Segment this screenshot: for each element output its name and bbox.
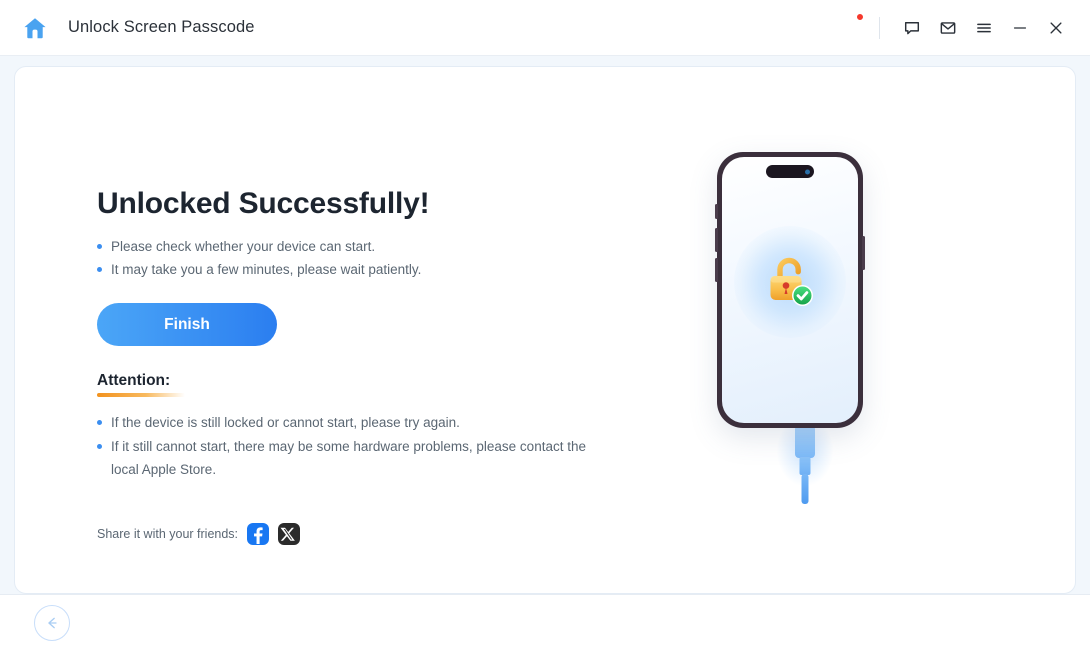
titlebar: Unlock Screen Passcode (0, 0, 1090, 56)
list-item: It may take you a few minutes, please wa… (97, 258, 617, 281)
home-icon[interactable] (20, 13, 50, 43)
phone-volume-up-button (715, 228, 718, 252)
attention-title: Attention: (97, 372, 171, 390)
status-note-list: Please check whether your device can sta… (97, 235, 617, 281)
cable-cord (801, 474, 809, 504)
phone-power-button (862, 236, 865, 270)
attention-list: If the device is still locked or cannot … (97, 411, 617, 481)
lightning-cable-icon (777, 416, 833, 508)
titlebar-divider (879, 16, 880, 39)
facebook-icon[interactable] (247, 523, 270, 545)
attention-section: Attention: If the device is still locked… (97, 372, 617, 481)
share-row: Share it with your friends: (97, 523, 301, 545)
unlocked-padlock-with-check-icon (758, 250, 822, 314)
share-label: Share it with your friends: (97, 527, 239, 541)
finish-button[interactable]: Finish (97, 303, 277, 347)
arrow-left-icon (48, 617, 57, 628)
titlebar-icon-group (827, 10, 1074, 46)
app-title: Unlock Screen Passcode (68, 18, 255, 36)
phone-screen (722, 157, 858, 423)
left-column: Unlocked Successfully! Please check whet… (97, 187, 617, 482)
list-item: If it still cannot start, there may be s… (97, 435, 617, 482)
chat-bubble-icon[interactable] (894, 10, 930, 46)
envelope-icon[interactable] (930, 10, 966, 46)
phone-silent-switch (715, 204, 718, 219)
front-camera-icon (805, 169, 810, 174)
dynamic-island (766, 165, 814, 178)
cable-plug-head (795, 426, 815, 458)
cable-plug-neck (799, 457, 811, 475)
content-card: Unlocked Successfully! Please check whet… (14, 66, 1076, 594)
list-item: If the device is still locked or cannot … (97, 411, 617, 434)
back-button[interactable] (34, 604, 70, 641)
bottombar (0, 594, 1090, 650)
iphone-device (715, 152, 865, 428)
content-area: Unlocked Successfully! Please check whet… (0, 56, 1090, 594)
app-window: Unlock Screen Passcode Unlocked Successf… (0, 0, 1090, 650)
phone-volume-down-button (715, 258, 718, 282)
hamburger-menu-icon[interactable] (966, 10, 1002, 46)
notification-dot (856, 12, 864, 21)
list-item: Please check whether your device can sta… (97, 235, 617, 258)
close-icon[interactable] (1038, 10, 1074, 46)
attention-underline (97, 393, 185, 398)
page-title: Unlocked Successfully! (97, 187, 430, 220)
illustration (655, 67, 955, 593)
minimize-icon[interactable] (1002, 10, 1038, 46)
user-avatar-icon[interactable] (827, 12, 865, 43)
x-twitter-icon[interactable] (278, 523, 301, 545)
